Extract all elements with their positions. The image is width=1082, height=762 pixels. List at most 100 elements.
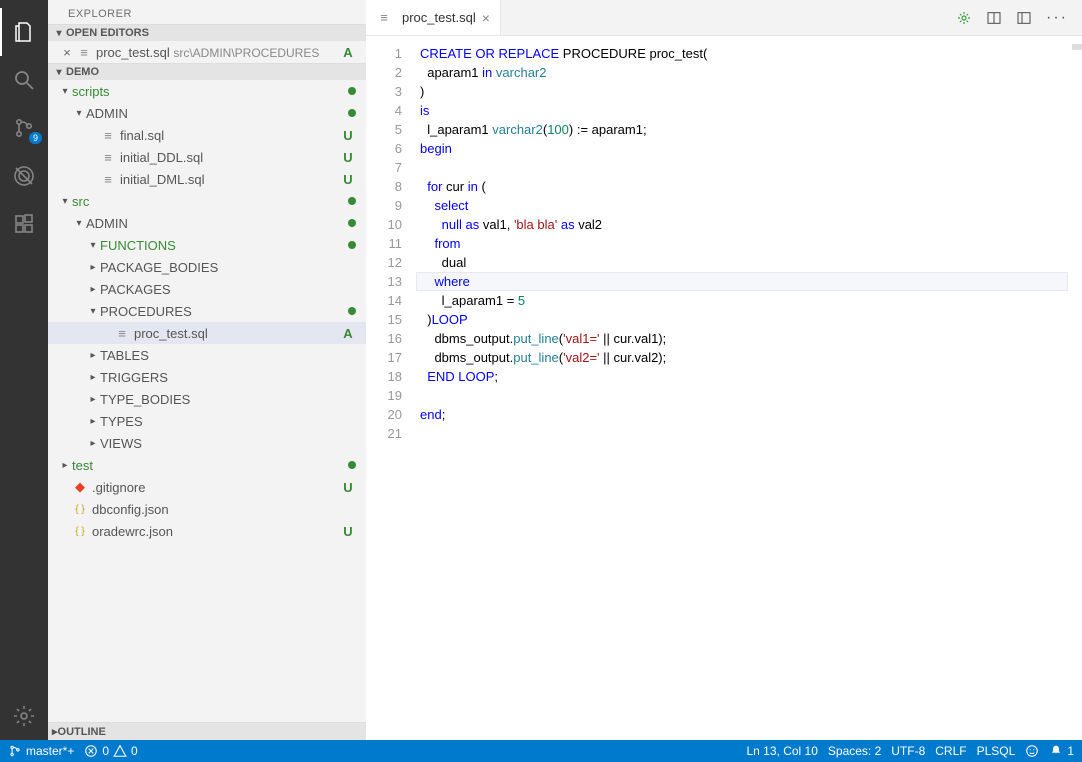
- outline-header[interactable]: ▸ OUTLINE: [48, 722, 366, 740]
- code-line[interactable]: begin: [416, 139, 1068, 158]
- layout-icon[interactable]: [1016, 10, 1032, 26]
- file-icon: ≡: [100, 150, 116, 165]
- code-line[interactable]: END LOOP;: [416, 367, 1068, 386]
- debug-icon[interactable]: [0, 152, 48, 200]
- tree-label: VIEWS: [100, 436, 356, 451]
- tree-label: test: [72, 458, 348, 473]
- tree-folder[interactable]: ▸test: [48, 454, 366, 476]
- workspace-header[interactable]: ▾ DEMO: [48, 63, 366, 80]
- tree-folder[interactable]: ▸TRIGGERS: [48, 366, 366, 388]
- code-line[interactable]: from: [416, 234, 1068, 253]
- editor-actions: ···: [942, 0, 1082, 35]
- code-line[interactable]: where: [416, 272, 1068, 291]
- close-icon[interactable]: ×: [482, 10, 490, 26]
- tree-folder[interactable]: ▸VIEWS: [48, 432, 366, 454]
- open-editor-item[interactable]: × ≡ proc_test.sql src\ADMIN\PROCEDURES A: [48, 41, 366, 63]
- tree-folder[interactable]: ▾ADMIN: [48, 212, 366, 234]
- code-line[interactable]: for cur in (: [416, 177, 1068, 196]
- explorer-icon[interactable]: [0, 8, 48, 56]
- chevron-down-icon: ▾: [58, 86, 72, 97]
- open-editors-header[interactable]: ▾ OPEN EDITORS: [48, 24, 366, 41]
- tree-label: .gitignore: [92, 480, 340, 495]
- code-line[interactable]: dbms_output.put_line('val2=' || cur.val2…: [416, 348, 1068, 367]
- code-line[interactable]: l_aparam1 varchar2(100) := aparam1;: [416, 120, 1068, 139]
- indentation-status[interactable]: Spaces: 2: [828, 744, 881, 758]
- code-line[interactable]: )LOOP: [416, 310, 1068, 329]
- file-icon: ≡: [100, 128, 116, 143]
- code-line[interactable]: [416, 386, 1068, 405]
- tree-file[interactable]: { }oradewrc.jsonU: [48, 520, 366, 542]
- feedback-icon[interactable]: [1025, 744, 1039, 758]
- source-control-icon[interactable]: 9: [0, 104, 48, 152]
- run-settings-icon[interactable]: [956, 10, 972, 26]
- tree-label: src: [72, 194, 348, 209]
- git-status-badge: U: [340, 524, 356, 539]
- git-status-badge: A: [340, 45, 356, 60]
- code-line[interactable]: dual: [416, 253, 1068, 272]
- code-line[interactable]: ): [416, 82, 1068, 101]
- code-line[interactable]: dbms_output.put_line('val1=' || cur.val1…: [416, 329, 1068, 348]
- code-line[interactable]: aparam1 in varchar2: [416, 63, 1068, 82]
- chevron-down-icon: ▾: [58, 196, 72, 207]
- chevron-down-icon: ▾: [72, 108, 86, 119]
- code-line[interactable]: CREATE OR REPLACE PROCEDURE proc_test(: [416, 44, 1068, 63]
- code-line[interactable]: select: [416, 196, 1068, 215]
- chevron-right-icon: ▸: [86, 394, 100, 405]
- settings-gear-icon[interactable]: [0, 692, 48, 740]
- code-line[interactable]: end;: [416, 405, 1068, 424]
- chevron-down-icon: ▾: [86, 240, 100, 251]
- tree-label: PACKAGES: [100, 282, 356, 297]
- tree-file[interactable]: ≡proc_test.sqlA: [48, 322, 366, 344]
- tree-label: PROCEDURES: [100, 304, 348, 319]
- eol-status[interactable]: CRLF: [935, 744, 966, 758]
- tree-folder[interactable]: ▸TYPES: [48, 410, 366, 432]
- code-editor[interactable]: 123456789101112131415161718192021 CREATE…: [366, 36, 1082, 740]
- file-icon: ≡: [114, 326, 130, 341]
- tree-file[interactable]: ≡initial_DML.sqlU: [48, 168, 366, 190]
- tree-label: TABLES: [100, 348, 356, 363]
- code-line[interactable]: l_aparam1 = 5: [416, 291, 1068, 310]
- tree-file[interactable]: ≡initial_DDL.sqlU: [48, 146, 366, 168]
- cursor-position[interactable]: Ln 13, Col 10: [747, 744, 818, 758]
- code-line[interactable]: is: [416, 101, 1068, 120]
- notifications-icon[interactable]: 1: [1049, 744, 1074, 758]
- extensions-icon[interactable]: [0, 200, 48, 248]
- tree-folder[interactable]: ▾ADMIN: [48, 102, 366, 124]
- tree-folder[interactable]: ▸TABLES: [48, 344, 366, 366]
- tree-file[interactable]: ≡final.sqlU: [48, 124, 366, 146]
- tree-folder[interactable]: ▸PACKAGES: [48, 278, 366, 300]
- code-line[interactable]: [416, 158, 1068, 177]
- search-icon[interactable]: [0, 56, 48, 104]
- close-icon[interactable]: ×: [58, 45, 76, 60]
- modified-dot-icon: [348, 109, 356, 117]
- tree-file[interactable]: ◆.gitignoreU: [48, 476, 366, 498]
- code-content[interactable]: CREATE OR REPLACE PROCEDURE proc_test( a…: [416, 36, 1068, 740]
- sidebar-title: EXPLORER: [48, 0, 366, 24]
- code-line[interactable]: null as val1, 'bla bla' as val2: [416, 215, 1068, 234]
- tree-label: TRIGGERS: [100, 370, 356, 385]
- modified-dot-icon: [348, 461, 356, 469]
- tree-folder[interactable]: ▾src: [48, 190, 366, 212]
- more-icon[interactable]: ···: [1046, 9, 1068, 27]
- editor-scrollbar[interactable]: [1068, 36, 1082, 740]
- tree-folder[interactable]: ▾scripts: [48, 80, 366, 102]
- tree-label: initial_DDL.sql: [120, 150, 340, 165]
- language-mode[interactable]: PLSQL: [977, 744, 1016, 758]
- tree-folder[interactable]: ▸PACKAGE_BODIES: [48, 256, 366, 278]
- code-line[interactable]: [416, 424, 1068, 443]
- problems-status[interactable]: 0 0: [84, 744, 137, 758]
- git-branch-status[interactable]: master*+: [8, 744, 74, 758]
- encoding-status[interactable]: UTF-8: [891, 744, 925, 758]
- tree-label: ADMIN: [86, 106, 348, 121]
- chevron-down-icon: ▾: [52, 67, 66, 78]
- scm-badge: 9: [29, 132, 42, 144]
- editor-tab[interactable]: ≡ proc_test.sql ×: [366, 0, 501, 35]
- tree-folder[interactable]: ▾FUNCTIONS: [48, 234, 366, 256]
- git-status-badge: U: [340, 172, 356, 187]
- git-status-badge: U: [340, 480, 356, 495]
- tree-file[interactable]: { }dbconfig.json: [48, 498, 366, 520]
- tree-folder[interactable]: ▾PROCEDURES: [48, 300, 366, 322]
- tree-folder[interactable]: ▸TYPE_BODIES: [48, 388, 366, 410]
- split-editor-icon[interactable]: [986, 10, 1002, 26]
- tree-label: ADMIN: [86, 216, 348, 231]
